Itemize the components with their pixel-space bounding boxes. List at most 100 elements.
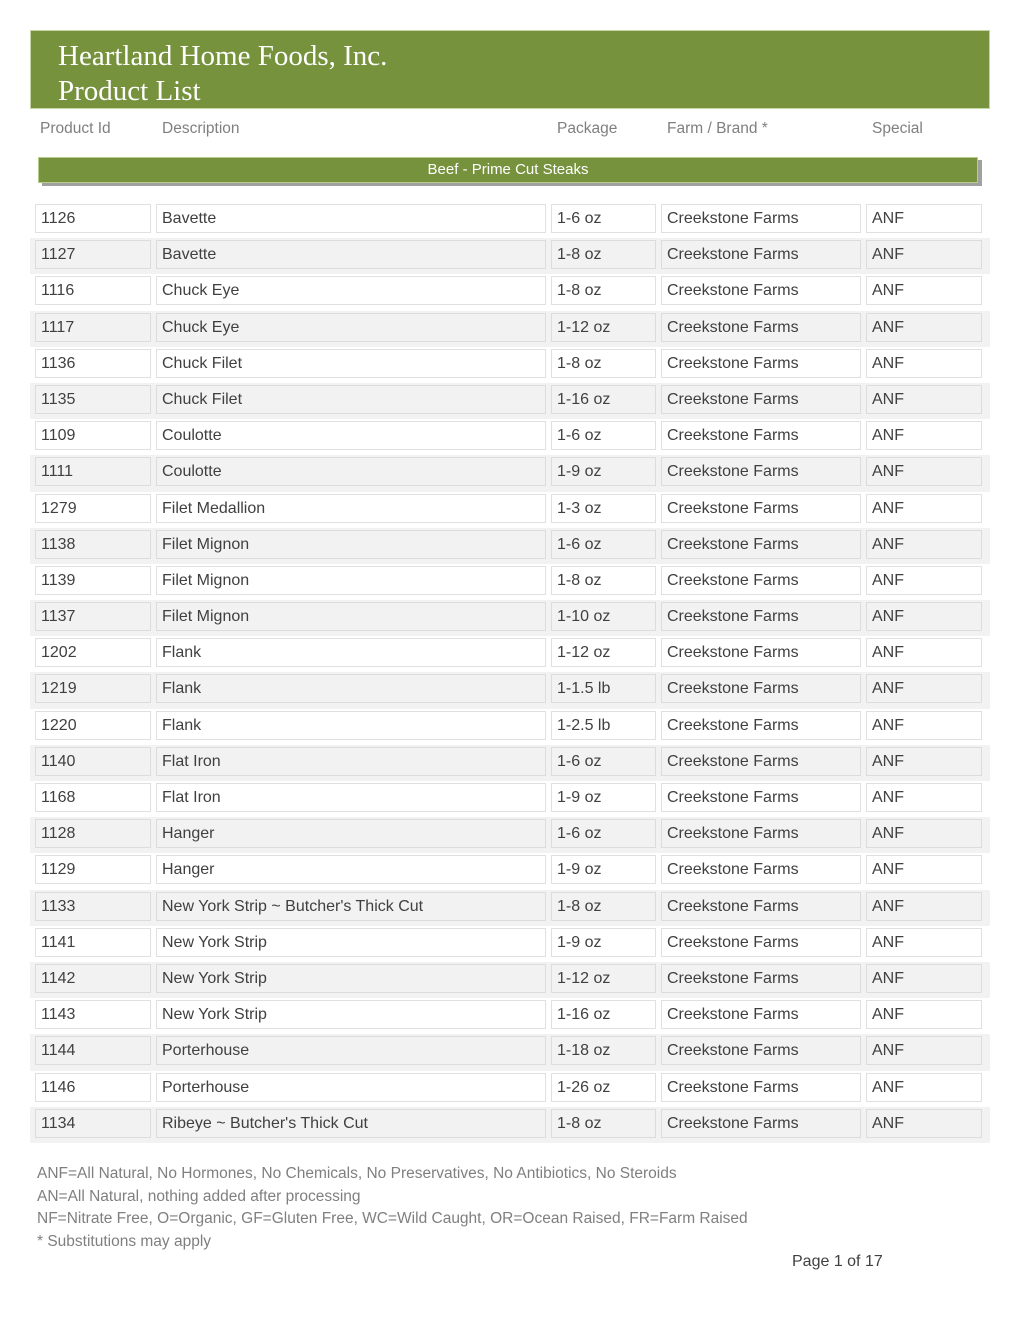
table-row: 1128 Hanger 1-6 oz Creekstone Farms ANF <box>30 817 990 854</box>
cell-description: Porterhouse <box>156 1072 546 1102</box>
cell-package: 1-1.5 lb <box>551 674 656 704</box>
cell-description: Chuck Eye <box>156 276 546 306</box>
cell-special: ANF <box>866 783 982 812</box>
note-anf: ANF=All Natural, No Hormones, No Chemica… <box>37 1165 677 1182</box>
cell-farm-brand: Creekstone Farms <box>661 421 861 451</box>
table-row: 1220 Flank 1-2.5 lb Creekstone Farms ANF <box>30 709 990 745</box>
cell-special: ANF <box>866 1072 982 1102</box>
cell-package: 1-9 oz <box>551 855 656 885</box>
table-row: 1138 Filet Mignon 1-6 oz Creekstone Farms AN… <box>30 527 990 564</box>
cell-product-id: 1117 <box>35 312 151 342</box>
cell-farm-brand: Creekstone Farms <box>661 638 861 668</box>
cell-product-id: 1137 <box>35 602 151 632</box>
cell-special: ANF <box>866 348 982 378</box>
cell-package: 1-8 oz <box>551 240 656 270</box>
cell-description: Flank <box>156 674 546 704</box>
cell-package: 1-6 oz <box>551 421 656 451</box>
cell-description: Filet Mignon <box>156 565 546 595</box>
table-row: 1279 Filet Medallion 1-3 oz Creekstone Farm… <box>30 492 990 528</box>
cell-product-id: 1142 <box>35 963 151 993</box>
cell-farm-brand: Creekstone Farms <box>661 710 861 740</box>
cell-farm-brand: Creekstone Farms <box>661 312 861 342</box>
cell-product-id: 1126 <box>35 204 151 233</box>
cell-special: ANF <box>866 457 982 487</box>
cell-special: ANF <box>866 312 982 342</box>
table-row: 1168 Flat Iron 1-9 oz Creekstone Farms ANF <box>30 781 990 817</box>
cell-special: ANF <box>866 746 982 776</box>
cell-farm-brand: Creekstone Farms <box>661 963 861 993</box>
table-row: 1140 Flat Iron 1-6 oz Creekstone Farms ANF <box>30 744 990 781</box>
cell-product-id: 1168 <box>35 783 151 812</box>
table-row: 1109 Coulotte 1-6 oz Creekstone Farms ANF <box>30 419 990 455</box>
cell-description: Hanger <box>156 855 546 885</box>
cell-farm-brand: Creekstone Farms <box>661 602 861 632</box>
table-row: 1127 Bavette 1-8 oz Creekstone Farms ANF <box>30 238 990 275</box>
cell-farm-brand: Creekstone Farms <box>661 348 861 378</box>
cell-product-id: 1139 <box>35 565 151 595</box>
cell-product-id: 1220 <box>35 710 151 740</box>
cell-package: 1-6 oz <box>551 529 656 559</box>
cell-farm-brand: Creekstone Farms <box>661 891 861 921</box>
cell-farm-brand: Creekstone Farms <box>661 1108 861 1138</box>
cell-package: 1-16 oz <box>551 1000 656 1030</box>
table-row: 1129 Hanger 1-9 oz Creekstone Farms ANF <box>30 853 990 889</box>
cell-description: Flat Iron <box>156 746 546 776</box>
cell-package: 1-18 oz <box>551 1036 656 1066</box>
table-row: 1116 Chuck Eye 1-8 oz Creekstone Farms ANF <box>30 274 990 310</box>
cell-product-id: 1116 <box>35 276 151 306</box>
cell-package: 1-3 oz <box>551 493 656 523</box>
legend-notes: ANF=All Natural, No Hormones, No Chemica… <box>37 1163 748 1253</box>
cell-description: New York Strip <box>156 963 546 993</box>
cell-product-id: 1129 <box>35 855 151 885</box>
cell-farm-brand: Creekstone Farms <box>661 1072 861 1102</box>
cell-product-id: 1127 <box>35 240 151 270</box>
table-row: 1146 Porterhouse 1-26 oz Creekstone Farms AN… <box>30 1071 990 1107</box>
category-header: Beef - Prime Cut Steaks <box>38 157 978 183</box>
note-substitutions: * Substitutions may apply <box>37 1232 212 1250</box>
cell-description: Filet Mignon <box>156 602 546 632</box>
cell-package: 1-12 oz <box>551 963 656 993</box>
cell-special: ANF <box>866 1108 982 1138</box>
cell-special: ANF <box>866 891 982 921</box>
cell-product-id: 1202 <box>35 638 151 668</box>
cell-description: Filet Mignon <box>156 529 546 559</box>
cell-farm-brand: Creekstone Farms <box>661 674 861 704</box>
cell-farm-brand: Creekstone Farms <box>661 240 861 270</box>
cell-package: 1-9 oz <box>551 457 656 487</box>
table-row: 1133 New York Strip ~ Butcher's Thick Cut… <box>30 889 990 926</box>
cell-description: Chuck Filet <box>156 384 546 414</box>
cell-description: Filet Medallion <box>156 493 546 523</box>
cell-package: 1-8 oz <box>551 276 656 306</box>
cell-special: ANF <box>866 927 982 957</box>
cell-product-id: 1146 <box>35 1072 151 1102</box>
cell-special: ANF <box>866 855 982 885</box>
page-number: Page 1 of 17 <box>792 1253 883 1270</box>
cell-farm-brand: Creekstone Farms <box>661 204 861 233</box>
cell-package: 1-6 oz <box>551 204 656 233</box>
table-row: 1141 New York Strip 1-9 oz Creekstone Farms… <box>30 926 990 962</box>
cell-package: 1-8 oz <box>551 891 656 921</box>
cell-package: 1-9 oz <box>551 927 656 957</box>
cell-description: Flank <box>156 638 546 668</box>
cell-description: Flat Iron <box>156 783 546 812</box>
cell-package: 1-8 oz <box>551 1108 656 1138</box>
note-an: AN=All Natural, nothing added after proc… <box>37 1187 361 1205</box>
cell-farm-brand: Creekstone Farms <box>661 493 861 523</box>
cell-farm-brand: Creekstone Farms <box>661 565 861 595</box>
table-row: 1202 Flank 1-12 oz Creekstone Farms ANF <box>30 636 990 672</box>
cell-farm-brand: Creekstone Farms <box>661 1036 861 1066</box>
cell-product-id: 1136 <box>35 348 151 378</box>
table-row: 1219 Flank 1-1.5 lb Creekstone Farms ANF <box>30 672 990 709</box>
cell-product-id: 1109 <box>35 421 151 451</box>
cell-package: 1-8 oz <box>551 348 656 378</box>
cell-package: 1-10 oz <box>551 602 656 632</box>
cell-product-id: 1140 <box>35 746 151 776</box>
cell-special: ANF <box>866 1036 982 1066</box>
cell-special: ANF <box>866 602 982 632</box>
cell-description: Coulotte <box>156 457 546 487</box>
table-row: 1136 Chuck Filet 1-8 oz Creekstone Farms ANF <box>30 347 990 383</box>
cell-farm-brand: Creekstone Farms <box>661 783 861 812</box>
cell-description: Porterhouse <box>156 1036 546 1066</box>
cell-special: ANF <box>866 421 982 451</box>
cell-special: ANF <box>866 529 982 559</box>
